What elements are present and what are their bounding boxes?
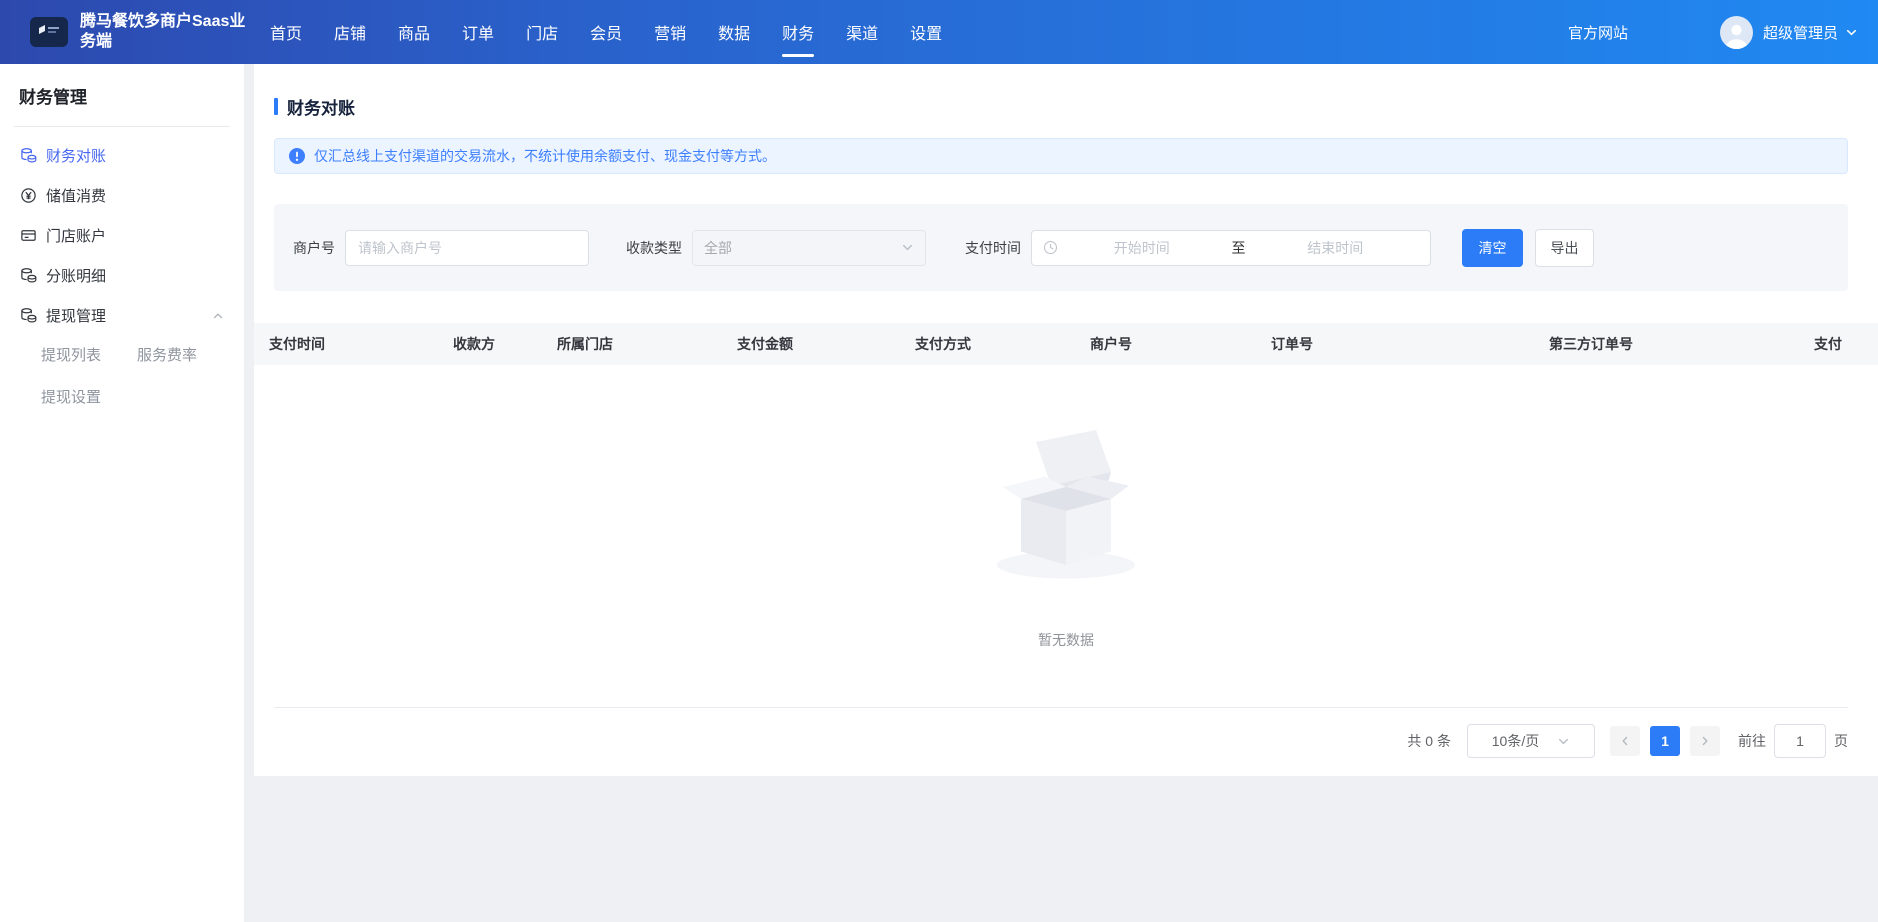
nav-item-marketing[interactable]: 营销 [654, 20, 686, 44]
pay-type-value: 全部 [704, 238, 732, 258]
sidebar-item-store-account[interactable]: 门店账户 [0, 215, 244, 255]
user-avatar-icon[interactable] [1720, 16, 1753, 49]
brand-name: 腾马餐饮多商户Saas业务端 [80, 12, 252, 52]
nav-item-order[interactable]: 订单 [462, 20, 494, 44]
footer-divider [274, 707, 1848, 708]
chevron-down-icon[interactable] [1845, 26, 1858, 39]
pay-time-label: 支付时间 [965, 238, 1021, 258]
page-number-1[interactable]: 1 [1650, 726, 1680, 756]
wallet-card-icon [19, 226, 37, 244]
merchant-no-input[interactable] [345, 230, 589, 266]
sidebar-subitem-service-rate[interactable]: 服务费率 [137, 335, 233, 377]
sidebar-item-label: 分账明细 [46, 265, 106, 286]
nav-item-shop[interactable]: 门店 [526, 20, 558, 44]
sidebar-item-withdraw-management[interactable]: 提现管理 [0, 295, 244, 335]
pay-type-select[interactable]: 全部 [692, 230, 926, 266]
sidebar-item-label: 财务对账 [46, 145, 106, 166]
merchant-no-label: 商户号 [293, 238, 335, 258]
official-site-link[interactable]: 官方网站 [1568, 22, 1628, 43]
col-pay-truncated: 支付 [1799, 334, 1878, 354]
logo-glyph [37, 23, 61, 41]
next-page-button[interactable] [1690, 726, 1720, 756]
col-pay-amount: 支付金额 [722, 334, 900, 354]
navbar-right: 官方网站 超级管理员 [1568, 16, 1878, 49]
sidebar-subitem-withdraw-list[interactable]: 提现列表 [41, 335, 137, 377]
nav-item-data[interactable]: 数据 [718, 20, 750, 44]
pay-time-range-picker[interactable]: 至 [1031, 230, 1431, 266]
end-time-input[interactable] [1252, 240, 1420, 256]
nav-item-channel[interactable]: 渠道 [846, 20, 878, 44]
goto-page-input[interactable] [1774, 724, 1826, 758]
top-navbar: 腾马餐饮多商户Saas业务端 首页 店铺 商品 订单 门店 会员 营销 数据 财… [0, 0, 1878, 64]
notice-text: 仅汇总线上支付渠道的交易流水，不统计使用余额支付、现金支付等方式。 [314, 146, 776, 166]
info-circle-icon [289, 148, 305, 164]
page-head: 财务对账 [254, 64, 1878, 119]
clock-icon [1043, 240, 1058, 255]
pay-type-label: 收款类型 [626, 238, 682, 258]
brand: 腾马餐饮多商户Saas业务端 [0, 12, 252, 52]
col-order-no: 订单号 [1256, 334, 1534, 354]
content-card: 财务对账 仅汇总线上支付渠道的交易流水，不统计使用余额支付、现金支付等方式。 商… [254, 64, 1878, 776]
col-merchant-no: 商户号 [1075, 334, 1256, 354]
empty-text: 暂无数据 [254, 630, 1878, 650]
title-accent-bar [274, 98, 278, 115]
withdraw-submenu: 提现列表 服务费率 提现设置 [0, 335, 244, 419]
yen-circle-icon [19, 186, 37, 204]
notice-banner: 仅汇总线上支付渠道的交易流水，不统计使用余额支付、现金支付等方式。 [274, 138, 1848, 174]
sidebar-item-label: 提现管理 [46, 305, 106, 326]
sidebar-menu: 财务对账 储值消费 门店账户 [0, 127, 244, 419]
col-pay-method: 支付方式 [900, 334, 1075, 354]
sidebar-title: 财务管理 [0, 64, 244, 108]
prev-page-button[interactable] [1610, 726, 1640, 756]
goto-label: 前往 [1738, 731, 1766, 751]
page-size-select[interactable]: 10条/页 [1467, 724, 1595, 758]
nav-item-store[interactable]: 店铺 [334, 20, 366, 44]
pagination: 共 0 条 10条/页 1 [254, 724, 1848, 758]
sidebar: 财务管理 财务对账 [0, 64, 244, 922]
page-size-value: 10条/页 [1492, 731, 1539, 751]
total-count: 共 0 条 [1407, 731, 1451, 751]
page-layout: 财务管理 财务对账 [0, 64, 1878, 922]
chevron-down-icon [901, 241, 914, 254]
empty-box-illustration [976, 421, 1156, 583]
nav-item-settings[interactable]: 设置 [910, 20, 942, 44]
sidebar-item-label: 门店账户 [46, 225, 106, 246]
chevron-down-icon [1557, 735, 1570, 748]
table-header-row: 支付时间 收款方 所属门店 支付金额 支付方式 商户号 订单号 第三方订单号 支… [254, 323, 1878, 365]
chevron-right-icon [1699, 735, 1711, 747]
sidebar-subitem-withdraw-settings[interactable]: 提现设置 [41, 377, 137, 419]
nav-item-member[interactable]: 会员 [590, 20, 622, 44]
page-title: 财务对账 [287, 94, 355, 119]
export-button[interactable]: 导出 [1535, 229, 1594, 267]
start-time-input[interactable] [1058, 240, 1226, 256]
chevron-left-icon [1619, 735, 1631, 747]
col-store: 所属门店 [542, 334, 722, 354]
sidebar-item-split-detail[interactable]: 分账明细 [0, 255, 244, 295]
nav-item-finance[interactable]: 财务 [782, 20, 814, 44]
user-name[interactable]: 超级管理员 [1763, 22, 1838, 43]
col-pay-time: 支付时间 [254, 334, 438, 354]
sidebar-item-stored-value[interactable]: 储值消费 [0, 175, 244, 215]
clear-button[interactable]: 清空 [1462, 229, 1523, 267]
nav-item-home[interactable]: 首页 [270, 20, 302, 44]
main-content: 财务对账 仅汇总线上支付渠道的交易流水，不统计使用余额支付、现金支付等方式。 商… [244, 64, 1878, 922]
chevron-up-icon[interactable] [212, 309, 224, 326]
nav-item-product[interactable]: 商品 [398, 20, 430, 44]
ledger-coins-icon [19, 266, 37, 284]
sidebar-item-reconciliation[interactable]: 财务对账 [0, 135, 244, 175]
empty-state: 暂无数据 [254, 365, 1878, 707]
main-nav: 首页 店铺 商品 订单 门店 会员 营销 数据 财务 渠道 设置 [254, 20, 958, 44]
app-logo [30, 17, 68, 47]
sidebar-item-label: 储值消费 [46, 185, 106, 206]
ledger-coins-icon [19, 306, 37, 324]
ledger-coins-icon [19, 146, 37, 164]
person-icon [1720, 19, 1753, 49]
filter-panel: 商户号 收款类型 全部 支付时间 至 [274, 204, 1848, 291]
goto-unit: 页 [1834, 731, 1848, 751]
col-third-party-order-no: 第三方订单号 [1534, 334, 1799, 354]
col-payee: 收款方 [438, 334, 542, 354]
range-separator: 至 [1226, 238, 1252, 258]
